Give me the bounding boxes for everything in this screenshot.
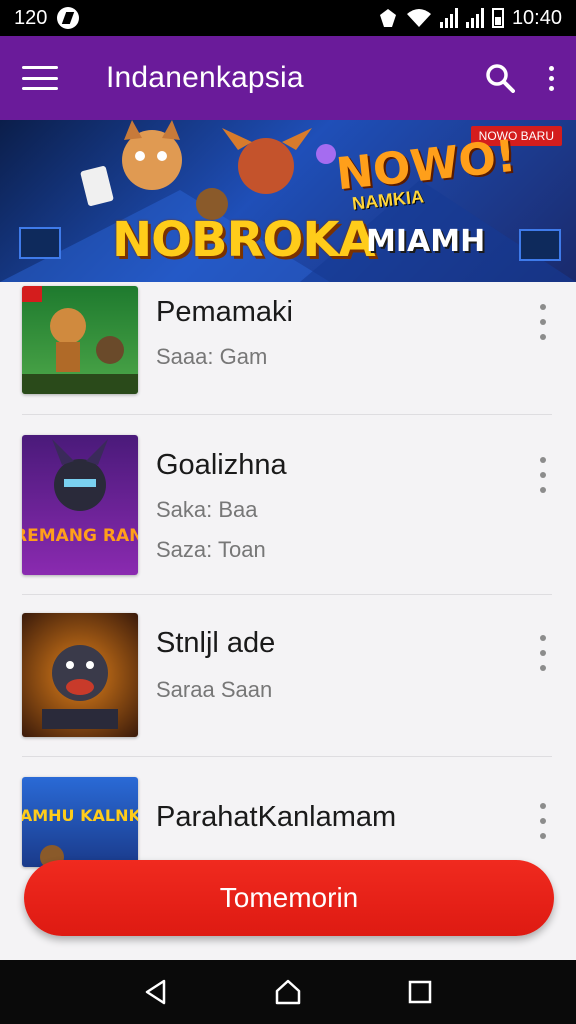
thumb-caption: NAMHU KALNKU — [22, 806, 138, 825]
battery-icon — [491, 8, 504, 28]
status-right: 10:40 — [378, 7, 562, 30]
app-title: Indanenkapsia — [106, 61, 304, 94]
banner-side-text: MIAMH — [366, 224, 486, 259]
item-title: Goalizhna — [156, 449, 287, 481]
more-options-icon[interactable] — [536, 457, 550, 493]
back-icon[interactable] — [136, 972, 176, 1012]
item-subtitle-2: Saza: Toan — [156, 537, 266, 562]
menu-icon[interactable] — [22, 66, 58, 90]
signal-icon-2 — [465, 8, 484, 28]
list-item[interactable]: Pemamaki Saaa: Gam — [0, 282, 576, 414]
app-actions — [485, 63, 554, 93]
primary-action-button[interactable]: Tomemorin — [24, 860, 554, 936]
system-nav-bar — [0, 960, 576, 1024]
alarm-icon — [379, 9, 396, 27]
list-item[interactable]: NAMHU KALNKU ParahatKanlamam — [0, 757, 576, 867]
item-subtitle: Saaa: Gam — [156, 344, 268, 369]
status-bar: 120 10:40 — [0, 0, 576, 36]
item-thumbnail: FREMANG RANN — [22, 435, 138, 575]
banner-main-text: NOBROKA — [112, 212, 376, 268]
item-title: ParahatKanlamam — [156, 801, 397, 833]
item-thumbnail — [22, 286, 138, 394]
recents-icon[interactable] — [400, 972, 440, 1012]
wifi-icon — [406, 9, 431, 27]
more-options-icon[interactable] — [536, 304, 550, 340]
overflow-menu-icon[interactable] — [549, 65, 554, 91]
item-title: Stnljl ade — [156, 627, 276, 659]
more-options-icon[interactable] — [536, 803, 550, 839]
status-time-right: 10:40 — [511, 6, 562, 29]
list-item[interactable]: FREMANG RANN Goalizhna Saka: Baa Saza: T… — [0, 415, 576, 593]
search-icon[interactable] — [485, 63, 515, 93]
item-subtitle: Saraa Saan — [156, 677, 273, 702]
more-options-icon[interactable] — [536, 635, 550, 671]
status-time-left: 120 — [14, 6, 48, 29]
status-left: 120 — [14, 6, 80, 30]
item-subtitle: Saka: Baa — [156, 497, 258, 522]
item-title: Pemamaki — [156, 296, 293, 328]
home-icon[interactable] — [268, 972, 308, 1012]
thumb-caption: FREMANG RANN — [22, 526, 138, 546]
notification-icon — [57, 7, 80, 29]
item-thumbnail — [22, 613, 138, 737]
promo-banner[interactable]: NOWO BARU NOWO! NAMKIA NOBROKA MIAMH — [0, 120, 576, 282]
app-bar: Indanenkapsia — [0, 36, 576, 120]
list-item[interactable]: Stnljl ade Saraa Saan — [0, 595, 576, 755]
signal-icon — [439, 8, 458, 28]
item-thumbnail: NAMHU KALNKU — [22, 777, 138, 867]
